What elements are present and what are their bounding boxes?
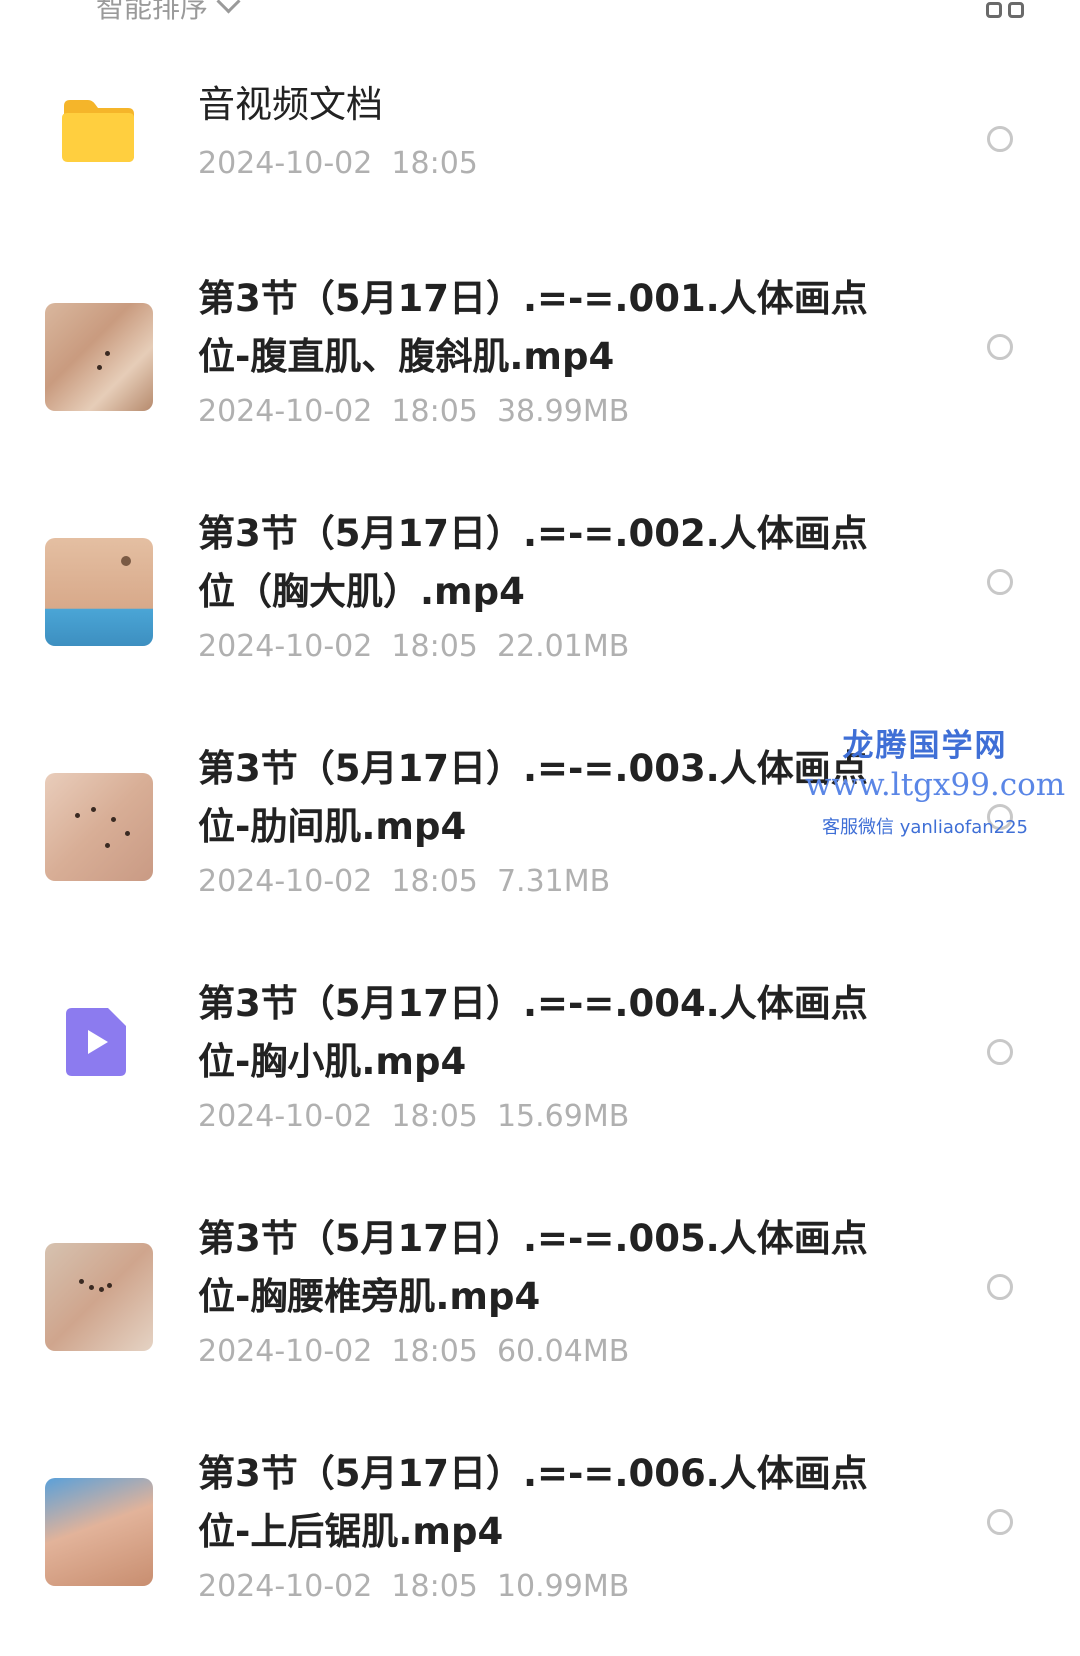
select-radio[interactable] bbox=[987, 126, 1013, 152]
select-radio[interactable] bbox=[987, 569, 1013, 595]
select-radio[interactable] bbox=[987, 1509, 1013, 1535]
list-item[interactable]: 第3节（5月17日）.=-=.002.人体画点位（胸大肌）.mp4 2024-1… bbox=[0, 481, 1080, 716]
sort-label: 智能排序 bbox=[96, 0, 209, 24]
select-radio[interactable] bbox=[987, 1039, 1013, 1065]
video-thumbnail bbox=[45, 303, 153, 411]
watermark-contact: 客服微信 yanliaofan225 bbox=[822, 817, 1028, 838]
watermark: 龙腾国学网 www.ltgx99.com 客服微信 yanliaofan225 bbox=[805, 720, 1066, 839]
video-thumbnail bbox=[45, 538, 153, 646]
item-name: 第3节（5月17日）.=-=.006.人体画点位-上后锯肌.mp4 bbox=[198, 1452, 868, 1553]
video-thumbnail bbox=[45, 1478, 153, 1586]
item-name: 第3节（5月17日）.=-=.005.人体画点位-胸腰椎旁肌.mp4 bbox=[198, 1217, 868, 1318]
item-meta: 2024-10-02 18:05 15.69MB bbox=[198, 1099, 630, 1134]
video-thumbnail bbox=[45, 773, 153, 881]
item-meta: 2024-10-02 18:05 38.99MB bbox=[198, 394, 630, 429]
item-name: 音视频文档 bbox=[198, 83, 383, 126]
chevron-down-icon bbox=[216, 0, 241, 14]
list-item[interactable]: 音视频文档 2024-10-02 18:05 bbox=[0, 66, 1080, 246]
item-meta: 2024-10-02 18:05 10.99MB bbox=[198, 1569, 630, 1604]
video-play-icon bbox=[66, 1008, 126, 1076]
list-item[interactable]: 第3节（5月17日）.=-=.006.人体画点位-上后锯肌.mp4 2024-1… bbox=[0, 1421, 1080, 1656]
item-meta: 2024-10-02 18:05 7.31MB bbox=[198, 864, 611, 899]
item-name: 第3节（5月17日）.=-=.001.人体画点位-腹直肌、腹斜肌.mp4 bbox=[198, 277, 868, 378]
list-item[interactable]: 第3节（5月17日）.=-=.004.人体画点位-胸小肌.mp4 2024-10… bbox=[0, 951, 1080, 1186]
select-radio[interactable] bbox=[987, 334, 1013, 360]
item-meta: 2024-10-02 18:05 60.04MB bbox=[198, 1334, 630, 1369]
select-radio[interactable] bbox=[987, 1274, 1013, 1300]
folder-icon bbox=[62, 100, 134, 162]
item-meta: 2024-10-02 18:05 bbox=[198, 146, 478, 181]
top-bar: 智能排序 bbox=[0, 0, 1080, 30]
video-thumbnail bbox=[45, 1243, 153, 1351]
list-item[interactable]: 第3节（5月17日）.=-=.001.人体画点位-腹直肌、腹斜肌.mp4 202… bbox=[0, 246, 1080, 481]
item-meta: 2024-10-02 18:05 22.01MB bbox=[198, 629, 630, 664]
watermark-title: 龙腾国学网 bbox=[842, 728, 1008, 764]
item-name: 第3节（5月17日）.=-=.003.人体画点位-肋间肌.mp4 bbox=[198, 747, 868, 848]
item-name: 第3节（5月17日）.=-=.002.人体画点位（胸大肌）.mp4 bbox=[198, 512, 868, 613]
watermark-url: www.ltgx99.com bbox=[805, 767, 1066, 803]
grid-view-icon[interactable] bbox=[986, 0, 1028, 22]
list-item[interactable]: 第3节（5月17日）.=-=.005.人体画点位-胸腰椎旁肌.mp4 2024-… bbox=[0, 1186, 1080, 1421]
sort-dropdown[interactable]: 智能排序 bbox=[96, 0, 241, 26]
item-name: 第3节（5月17日）.=-=.004.人体画点位-胸小肌.mp4 bbox=[198, 982, 868, 1083]
file-list: 音视频文档 2024-10-02 18:05 第3节（5月17日）.=-=.00… bbox=[0, 66, 1080, 1656]
